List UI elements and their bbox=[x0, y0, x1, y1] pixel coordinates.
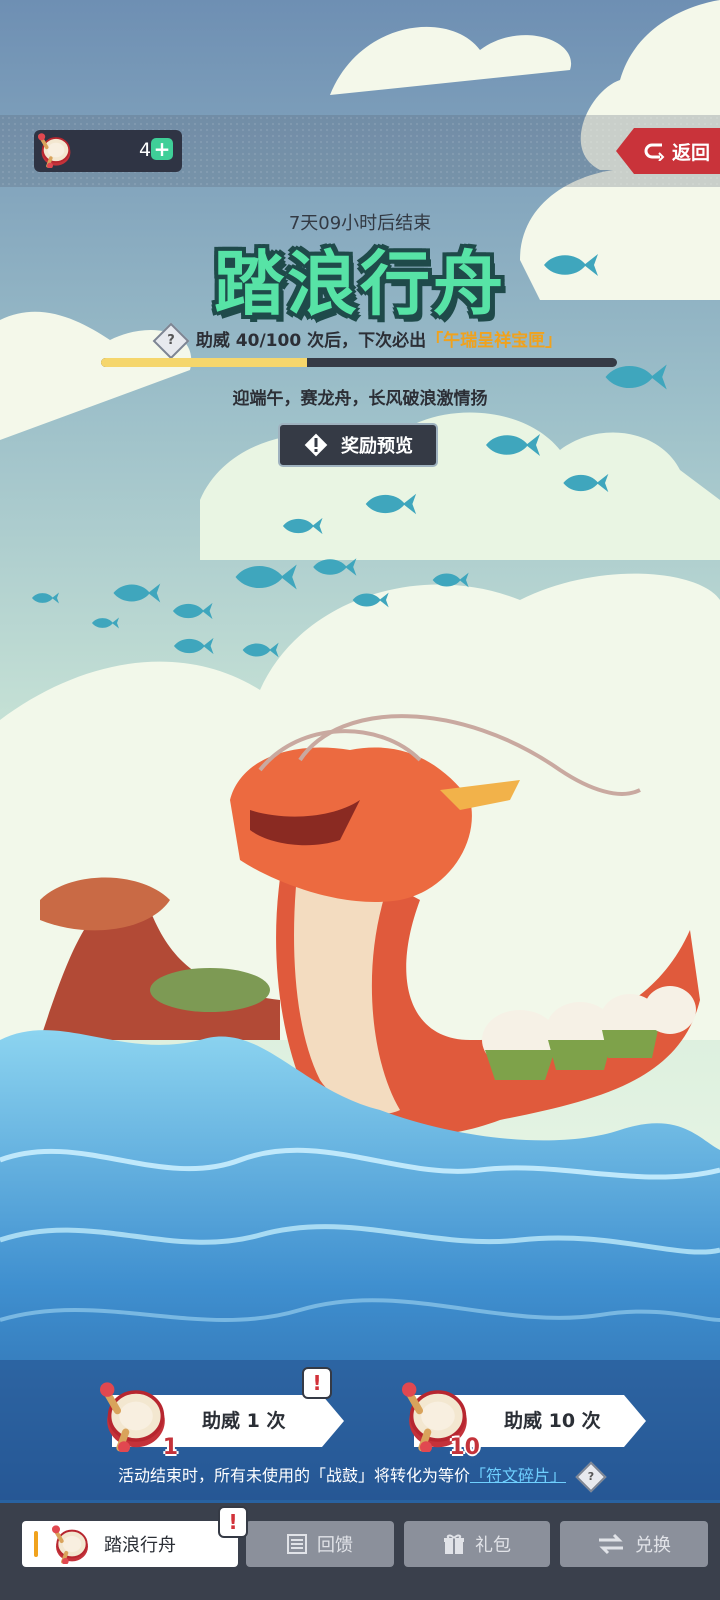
tab-dragon-boat[interactable]: 踏浪行舟 bbox=[22, 1521, 238, 1567]
cheer-ten-label: 助威 10 次 bbox=[504, 1410, 601, 1432]
cheer-once-drum: 1 bbox=[100, 1380, 186, 1460]
tab-label: 兑换 bbox=[635, 1535, 671, 1556]
conversion-note-text: 活动结束时，所有未使用的「战鼓」将转化为等价 bbox=[117, 1466, 470, 1485]
tab-label: 回馈 bbox=[317, 1535, 353, 1556]
tab-alert-badge: ! bbox=[218, 1506, 248, 1538]
cheer-ten-drum: 10 bbox=[402, 1380, 488, 1460]
back-button[interactable]: 返回 bbox=[616, 128, 720, 174]
cheer-once-label: 助威 1 次 bbox=[202, 1410, 286, 1432]
event-slogan: 迎端午，赛龙舟，长风破浪激情扬 bbox=[232, 389, 488, 409]
tab-label: 踏浪行舟 bbox=[104, 1535, 176, 1556]
tab-label: 礼包 bbox=[475, 1535, 511, 1556]
cheer-pity-info: ? 助威 40/100 次后，下次必出「午瑞呈祥宝匣」 bbox=[0, 322, 720, 360]
cheer-alert-badge: ! bbox=[302, 1367, 332, 1399]
conversion-note: 活动结束时，所有未使用的「战鼓」将转化为等价「符文碎片」? bbox=[0, 1460, 720, 1493]
cheer-progress-bar bbox=[101, 358, 617, 367]
rune-shard-link[interactable]: 「符文碎片」 bbox=[470, 1466, 566, 1485]
back-label: 返回 bbox=[671, 141, 710, 164]
war-drum-counter: 4 + bbox=[34, 130, 182, 172]
event-title: 踏浪行舟 bbox=[214, 243, 506, 325]
exclamation-diamond-icon bbox=[304, 433, 328, 457]
war-drum-icon bbox=[50, 1524, 94, 1564]
tab-gift-pack[interactable]: 礼包 bbox=[404, 1521, 550, 1567]
active-tab-marker bbox=[34, 1531, 38, 1557]
bottom-tab-bar: 踏浪行舟 回馈 礼包 兑换 bbox=[0, 1503, 720, 1600]
add-drum-button[interactable]: + bbox=[151, 138, 173, 160]
return-arrow-icon bbox=[644, 143, 665, 161]
cheer-pity-text: 助威 40/100 次后，下次必出 bbox=[195, 331, 427, 351]
tab-feedback[interactable]: 回馈 bbox=[246, 1521, 394, 1567]
war-drum-icon bbox=[100, 1380, 172, 1452]
reward-preview-label: 奖励预览 bbox=[341, 436, 413, 457]
war-drum-icon bbox=[38, 132, 74, 168]
swap-arrows-icon bbox=[599, 1533, 623, 1555]
gift-icon bbox=[444, 1534, 464, 1554]
ledger-icon bbox=[287, 1534, 307, 1554]
help-icon[interactable]: ? bbox=[152, 322, 190, 360]
tab-exchange[interactable]: 兑换 bbox=[560, 1521, 708, 1567]
reward-preview-button[interactable]: 奖励预览 bbox=[278, 423, 438, 467]
cheer-ten-count-badge: 10 bbox=[449, 1435, 480, 1460]
cheer-progress-fill bbox=[101, 358, 308, 367]
cheer-once-count-badge: 1 bbox=[162, 1435, 178, 1460]
pity-reward-name: 「午瑞呈祥宝匣」 bbox=[426, 331, 563, 351]
help-icon[interactable]: ? bbox=[575, 1460, 607, 1493]
